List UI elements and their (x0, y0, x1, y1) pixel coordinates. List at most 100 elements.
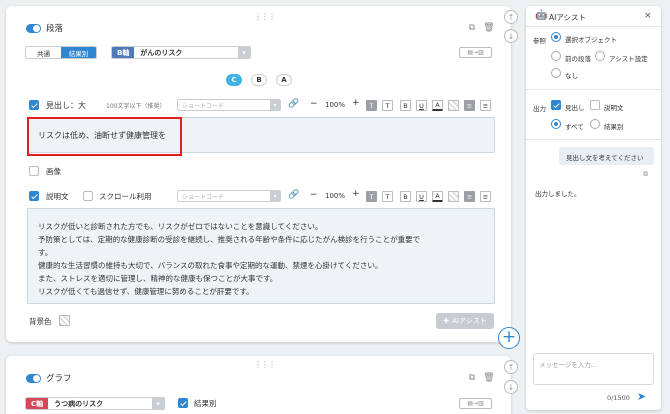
send-icon[interactable]: ➤ (637, 390, 646, 403)
result-checkbox[interactable] (178, 398, 188, 408)
description-line: また、ストレスを適切に管理し、精神的な健康も保つことが大事です。 (38, 274, 278, 283)
background-color-button[interactable] (448, 100, 459, 111)
variant-c[interactable]: C (226, 74, 242, 86)
description-line: す。 (38, 248, 53, 257)
chevron-down-icon: ▾ (270, 191, 280, 201)
text-size-large-button[interactable]: T (366, 191, 377, 202)
chevron-down-icon: ▾ (270, 100, 280, 110)
ref-radio-assist-settings[interactable] (595, 51, 605, 61)
graph-title: グラフ (46, 374, 72, 384)
scroll-checkbox[interactable] (83, 191, 93, 201)
background-color-swatch[interactable] (59, 315, 70, 326)
text-color-button[interactable]: A (432, 100, 443, 111)
link-icon[interactable]: 🔗 (288, 99, 299, 109)
image-label: 画像 (46, 167, 61, 176)
zoom-minus-button[interactable]: − (310, 190, 318, 200)
scroll-label: スクロール利用 (99, 192, 152, 201)
ref-radio-selected-object[interactable] (551, 32, 561, 42)
variant-a[interactable]: A (276, 74, 292, 86)
chevron-down-icon: ▾ (152, 398, 164, 409)
char-counter: 0/1500 (607, 394, 630, 402)
description-line: リスクが低くても過信せず、健康管理に努めることが肝要です。 (38, 287, 254, 296)
variant-b[interactable]: B (251, 74, 267, 86)
layout-icon[interactable]: ▤→▥ (459, 398, 492, 409)
add-section-button[interactable]: + (498, 327, 520, 349)
move-up-button[interactable]: ↑ (504, 10, 518, 24)
move-up-button[interactable]: ↑ (504, 360, 518, 374)
description-line: 予防策としては、定期的な健康診断の受診を継続し、推奨される年齢や条件に応じたがん… (38, 235, 421, 244)
axis-select[interactable]: C軸 うつ病のリスク ▾ (25, 397, 165, 410)
chevron-down-icon: ▾ (238, 47, 250, 58)
align-center-button[interactable]: ≡ (480, 191, 491, 202)
copy-icon[interactable]: ⧉ (467, 22, 477, 33)
ref-option-label: 前の段落 (565, 55, 591, 63)
axis-value: がんのリスク (140, 48, 183, 57)
description-line: リスクが低いと診断された方でも、リスクがゼロではないことを意識してください。 (38, 222, 323, 231)
axis-select[interactable]: B軸 がんのリスク ▾ (111, 46, 251, 59)
axis-tag: B軸 (112, 47, 135, 58)
underline-button[interactable]: U (416, 191, 427, 202)
close-icon[interactable]: × (644, 11, 652, 21)
output-radio-all-label: すべて (565, 123, 584, 131)
ref-option-label: 選択オブジェクト (565, 36, 617, 44)
section-title: 段落 (46, 24, 64, 34)
underline-button[interactable]: U (416, 100, 427, 111)
ref-radio-previous[interactable] (551, 51, 561, 61)
output-heading-label: 見出し (565, 104, 585, 112)
move-down-button[interactable]: ↓ (504, 380, 518, 394)
link-icon[interactable]: 🔗 (288, 190, 299, 200)
bot-message: 出力しました。 (535, 190, 581, 198)
common-result-toggle[interactable]: 共通 結果別 (25, 46, 97, 59)
result-label: 結果別 (194, 399, 217, 408)
trash-icon[interactable]: 🗑 (483, 22, 494, 33)
description-line: 健康的な生活習慣の維持も大切で、バランスの取れた食事や定期的な運動、禁煙を心掛け… (38, 261, 383, 270)
seg-common[interactable]: 共通 (26, 47, 61, 58)
move-down-button[interactable]: ↓ (504, 29, 518, 43)
ref-radio-none[interactable] (551, 68, 561, 78)
ai-panel-title: AIアシスト (549, 13, 587, 22)
ai-assist-label: AIアシスト (452, 317, 487, 325)
zoom-minus-button[interactable]: − (310, 99, 318, 109)
text-size-large-button[interactable]: T (366, 100, 377, 111)
drag-handle-icon[interactable]: ⋮⋮⋮ (254, 12, 276, 21)
text-color-button[interactable]: A (432, 191, 443, 202)
ai-assist-button[interactable]: ✚ AIアシスト (436, 313, 494, 329)
panel-divider (526, 89, 661, 90)
output-radio-all[interactable] (551, 119, 561, 129)
seg-result[interactable]: 結果別 (61, 47, 96, 58)
align-left-button[interactable]: ≡ (464, 191, 475, 202)
align-left-button[interactable]: ≡ (464, 100, 475, 111)
background-color-label: 背景色 (29, 317, 52, 326)
text-size-small-button[interactable]: T (382, 191, 393, 202)
description-checkbox[interactable] (29, 191, 39, 201)
output-description-checkbox[interactable] (590, 100, 600, 110)
trash-icon[interactable]: 🗑 (483, 372, 494, 383)
background-color-button[interactable] (448, 191, 459, 202)
ai-panel (526, 6, 661, 410)
plus-icon: ✚ (443, 317, 450, 325)
bold-button[interactable]: B (400, 100, 411, 111)
message-input-box[interactable] (533, 353, 654, 385)
output-radio-result[interactable] (590, 119, 600, 129)
zoom-plus-button[interactable]: + (352, 98, 360, 108)
text-size-small-button[interactable]: T (382, 100, 393, 111)
heading-text[interactable]: リスクは低め、油断せず健康管理を (38, 130, 166, 141)
heading-checkbox[interactable] (29, 100, 39, 110)
graph-toggle[interactable] (26, 374, 41, 383)
layout-icon[interactable]: ▤→▥ (459, 47, 492, 58)
user-message: 見出し文を考えてください (566, 154, 644, 162)
paragraph-toggle[interactable] (26, 24, 41, 33)
copy-icon[interactable]: ⧉ (467, 372, 477, 383)
shortcode-select[interactable]: ショートコード ▾ (177, 190, 281, 202)
bold-button[interactable]: B (400, 191, 411, 202)
zoom-plus-button[interactable]: + (352, 189, 360, 199)
shortcode-select[interactable]: ショートコード ▾ (177, 99, 281, 111)
output-heading-checkbox[interactable] (551, 100, 561, 110)
output-radio-result-label: 結果別 (604, 123, 624, 131)
drag-handle-icon[interactable]: ⋮⋮⋮ (254, 360, 276, 369)
image-checkbox[interactable] (29, 166, 39, 176)
align-center-button[interactable]: ≡ (480, 100, 491, 111)
ref-option-label: なし (565, 72, 578, 80)
robot-icon: 🤖 (535, 10, 548, 21)
copy-icon[interactable]: ⧉ (643, 170, 648, 179)
